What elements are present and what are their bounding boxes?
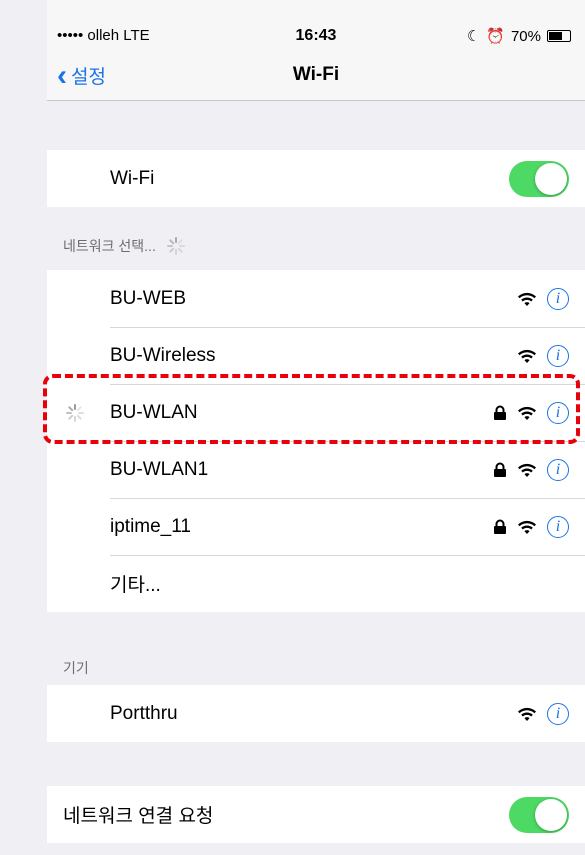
other-network-label: 기타... xyxy=(110,575,161,596)
network-icons: i xyxy=(517,287,569,310)
device-name: Portthru xyxy=(110,702,178,724)
info-icon[interactable]: i xyxy=(547,344,569,367)
devices-list: Portthru i xyxy=(47,685,585,742)
wifi-toggle-row: Wi-Fi xyxy=(47,150,585,207)
wifi-signal-icon xyxy=(518,707,536,721)
wifi-toggle[interactable] xyxy=(509,160,569,197)
network-row[interactable]: BU-WLAN1 i xyxy=(47,441,585,498)
lock-icon xyxy=(494,519,506,534)
highlight-annotation-box xyxy=(43,374,580,444)
devices-section-header: 기기 xyxy=(63,660,89,676)
network-name: BU-Wireless xyxy=(110,344,216,366)
status-right-group: ☾ ⏰ 70% xyxy=(467,27,571,45)
battery-percent: 70% xyxy=(510,27,541,45)
wifi-toggle-group: Wi-Fi xyxy=(47,150,585,207)
moon-icon: ☾ xyxy=(466,28,481,45)
page-title: Wi-Fi xyxy=(292,64,340,85)
ask-join-row: 네트워크 연결 요청 xyxy=(47,786,585,843)
device-row[interactable]: Portthru i xyxy=(47,685,585,742)
network-name: BU-WLAN1 xyxy=(110,458,209,480)
network-icons: i xyxy=(493,515,569,538)
info-icon[interactable]: i xyxy=(547,287,569,310)
status-bar: ••••• olleh LTE 16:43 ☾ ⏰ 70% xyxy=(47,0,585,50)
toggle-knob xyxy=(535,162,567,195)
wifi-label: Wi-Fi xyxy=(110,167,155,189)
networks-header-label: 네트워크 선택... xyxy=(63,238,156,254)
network-name: iptime_11 xyxy=(110,515,191,537)
nav-bar: ‹ 설정 Wi-Fi xyxy=(47,50,585,101)
ask-join-group: 네트워크 연결 요청 xyxy=(47,786,585,843)
network-row[interactable]: iptime_11 i xyxy=(47,498,585,555)
app-frame: ••••• olleh LTE 16:43 ☾ ⏰ 70% ‹ 설정 Wi-Fi… xyxy=(0,0,585,855)
network-name: BU-WEB xyxy=(110,287,186,309)
info-icon[interactable]: i xyxy=(547,515,569,538)
wifi-signal-icon xyxy=(518,292,536,306)
ask-join-label: 네트워크 연결 요청 xyxy=(63,806,214,827)
loading-spinner-icon xyxy=(166,237,185,255)
other-network-row[interactable]: 기타... xyxy=(47,555,585,612)
info-icon[interactable]: i xyxy=(547,458,569,481)
networks-section-header: 네트워크 선택... xyxy=(63,236,186,256)
device-icons: i xyxy=(517,702,569,725)
battery-icon xyxy=(547,30,571,42)
network-icons: i xyxy=(517,344,569,367)
wifi-signal-icon xyxy=(518,463,536,477)
alarm-icon: ⏰ xyxy=(486,28,505,45)
ask-join-toggle[interactable] xyxy=(509,796,569,833)
network-row[interactable]: BU-WEB i xyxy=(47,270,585,327)
info-icon[interactable]: i xyxy=(547,702,569,725)
lock-icon xyxy=(494,462,506,477)
wifi-signal-icon xyxy=(518,520,536,534)
toggle-knob xyxy=(535,798,567,831)
battery-fill xyxy=(549,32,562,40)
wifi-signal-icon xyxy=(518,349,536,363)
network-icons: i xyxy=(493,458,569,481)
